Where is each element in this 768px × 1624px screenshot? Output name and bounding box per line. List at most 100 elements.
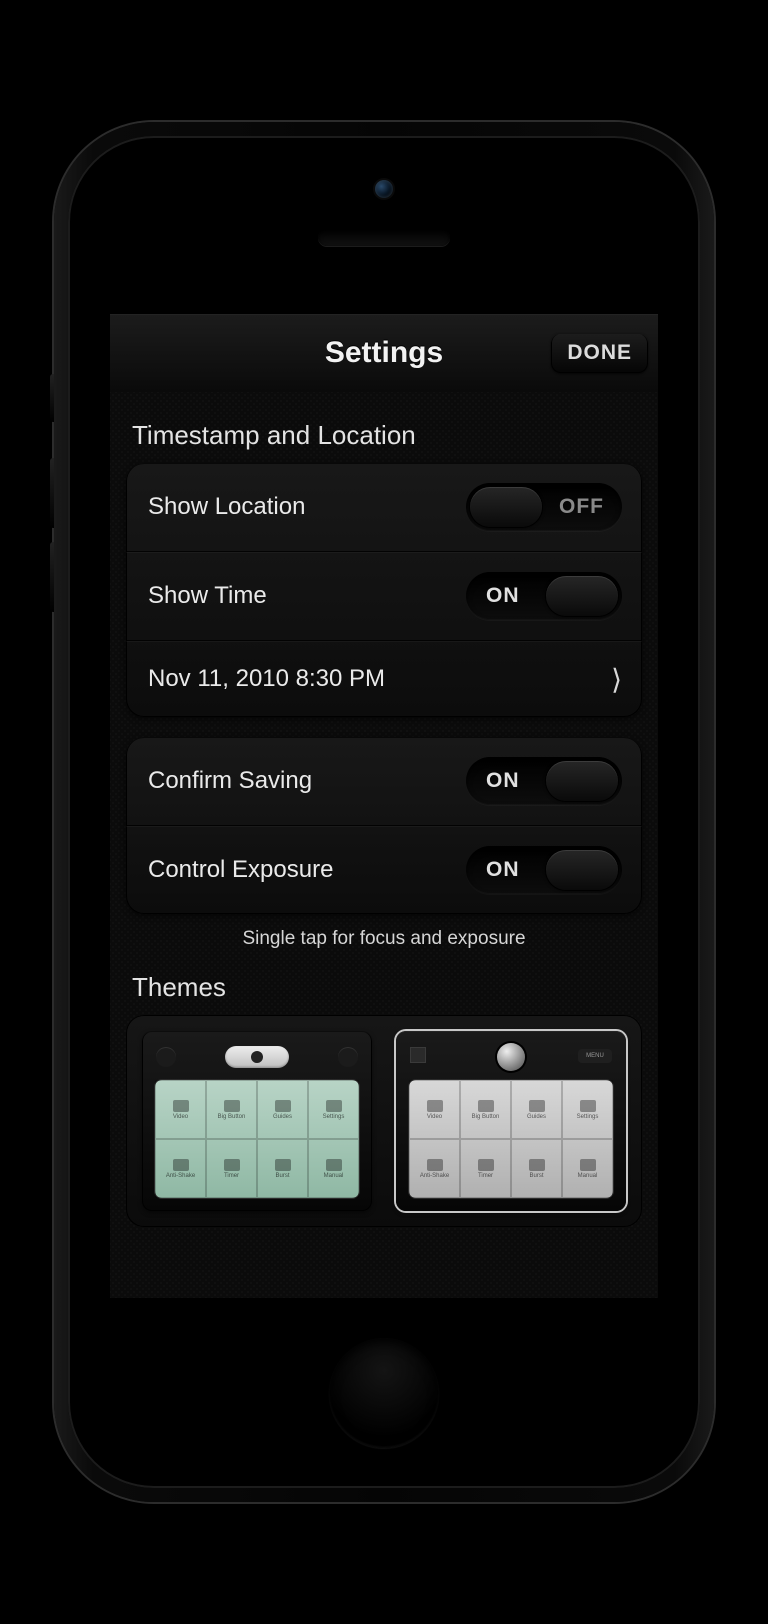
label-confirm-saving: Confirm Saving	[148, 767, 312, 795]
toggle-show-time[interactable]: ON	[466, 572, 622, 620]
big-button-icon	[478, 1100, 494, 1112]
label-date-value: Nov 11, 2010 8:30 PM	[148, 665, 385, 693]
timer-icon	[478, 1159, 494, 1171]
stage: Settings DONE Timestamp and Location Sho…	[0, 0, 768, 1624]
theme-cell: Settings	[562, 1080, 613, 1139]
label-control-exposure: Control Exposure	[148, 856, 333, 884]
theme-cell: Big Button	[206, 1080, 257, 1139]
theme-cell-label: Guides	[527, 1114, 546, 1120]
theme-cell-label: Anti-Shake	[166, 1173, 195, 1179]
guides-icon	[275, 1100, 291, 1112]
anti-shake-icon	[427, 1159, 443, 1171]
timer-icon	[224, 1159, 240, 1171]
theme-cell: Manual	[308, 1139, 359, 1198]
theme-cell-label: Video	[173, 1114, 188, 1120]
dot-icon	[156, 1047, 176, 1067]
row-date-format[interactable]: Nov 11, 2010 8:30 PM ⟩	[126, 640, 642, 717]
volume-down-button	[50, 542, 54, 612]
video-icon	[427, 1100, 443, 1112]
menu-chip: MENU	[578, 1049, 612, 1063]
section-title-timestamp: Timestamp and Location	[112, 402, 656, 463]
theme-cell-label: Settings	[323, 1114, 345, 1120]
toggle-confirm-saving-state: ON	[486, 769, 520, 793]
manual-icon	[326, 1159, 342, 1171]
toggle-control-exposure[interactable]: ON	[466, 846, 622, 894]
toggle-confirm-saving[interactable]: ON	[466, 757, 622, 805]
group-themes: Video Big Button Guides Settings Anti-Sh…	[126, 1015, 642, 1227]
anti-shake-icon	[173, 1159, 189, 1171]
theme-cell: Burst	[257, 1139, 308, 1198]
theme-cell: Guides	[257, 1080, 308, 1139]
theme-preview-grid: Video Big Button Guides Settings Anti-Sh…	[154, 1079, 360, 1199]
theme-cell: Video	[409, 1080, 460, 1139]
done-button[interactable]: DONE	[551, 333, 648, 373]
theme-cell-label: Timer	[224, 1173, 239, 1179]
phone-frame: Settings DONE Timestamp and Location Sho…	[54, 122, 714, 1502]
theme-cell-label: Burst	[275, 1173, 289, 1179]
row-show-location: Show Location OFF	[126, 463, 642, 551]
theme-cell-label: Anti-Shake	[420, 1173, 449, 1179]
theme-cell-label: Timer	[478, 1173, 493, 1179]
label-show-location: Show Location	[148, 493, 305, 521]
theme-cell: Guides	[511, 1080, 562, 1139]
theme-cell: Settings	[308, 1080, 359, 1139]
spacer	[112, 717, 656, 737]
theme-cell: Timer	[206, 1139, 257, 1198]
burst-icon	[529, 1159, 545, 1171]
theme-option-light[interactable]: MENU Video Big Button Guides Settings An…	[396, 1031, 626, 1211]
chevron-right-icon: ⟩	[611, 663, 622, 696]
label-show-time: Show Time	[148, 582, 267, 610]
manual-icon	[580, 1159, 596, 1171]
theme-cell-label: Video	[427, 1114, 442, 1120]
gear-icon	[580, 1100, 596, 1112]
video-icon	[173, 1100, 189, 1112]
volume-up-button	[50, 458, 54, 528]
toggle-control-exposure-state: ON	[486, 858, 520, 882]
gear-icon	[326, 1100, 342, 1112]
theme-cell-label: Big Button	[218, 1114, 246, 1120]
theme-cell-label: Manual	[578, 1173, 598, 1179]
theme-preview-top	[148, 1037, 366, 1077]
shutter-dot-icon	[497, 1043, 525, 1071]
toggle-knob-icon	[546, 850, 618, 890]
phone-bezel: Settings DONE Timestamp and Location Sho…	[68, 136, 700, 1488]
theme-cell-label: Guides	[273, 1114, 292, 1120]
page-title: Settings	[325, 336, 443, 370]
theme-cell: Anti-Shake	[155, 1139, 206, 1198]
mute-switch	[50, 374, 54, 422]
dot-icon	[338, 1047, 358, 1067]
theme-cell-label: Big Button	[472, 1114, 500, 1120]
big-button-icon	[224, 1100, 240, 1112]
theme-option-classic[interactable]: Video Big Button Guides Settings Anti-Sh…	[142, 1031, 372, 1211]
toggle-show-location-state: OFF	[559, 495, 604, 519]
guides-icon	[529, 1100, 545, 1112]
theme-cell-label: Burst	[529, 1173, 543, 1179]
group-saving-exposure: Confirm Saving ON Control Exposure ON	[126, 737, 642, 914]
burst-icon	[275, 1159, 291, 1171]
home-button[interactable]	[329, 1338, 439, 1448]
theme-cell: Burst	[511, 1139, 562, 1198]
shutter-pill-icon	[225, 1046, 289, 1068]
theme-cell: Manual	[562, 1139, 613, 1198]
row-control-exposure: Control Exposure ON	[126, 825, 642, 914]
toggle-knob-icon	[546, 576, 618, 616]
row-show-time: Show Time ON	[126, 551, 642, 640]
navbar: Settings DONE	[110, 314, 658, 393]
camera-icon	[251, 1051, 263, 1063]
toggle-show-time-state: ON	[486, 584, 520, 608]
toggle-show-location[interactable]: OFF	[466, 483, 622, 531]
group-timestamp-location: Show Location OFF Show Time ON	[126, 463, 642, 717]
earpiece-speaker-icon	[318, 228, 450, 246]
content-scroll[interactable]: Timestamp and Location Show Location OFF…	[110, 392, 658, 1298]
toggle-knob-icon	[470, 487, 542, 527]
theme-preview-top: MENU	[402, 1037, 620, 1077]
square-icon	[410, 1047, 426, 1063]
theme-cell: Big Button	[460, 1080, 511, 1139]
theme-cell: Timer	[460, 1139, 511, 1198]
section-title-themes: Themes	[112, 954, 656, 1015]
theme-cell: Video	[155, 1080, 206, 1139]
theme-preview-grid: Video Big Button Guides Settings Anti-Sh…	[408, 1079, 614, 1199]
toggle-knob-icon	[546, 761, 618, 801]
theme-cell: Anti-Shake	[409, 1139, 460, 1198]
row-confirm-saving: Confirm Saving ON	[126, 737, 642, 825]
